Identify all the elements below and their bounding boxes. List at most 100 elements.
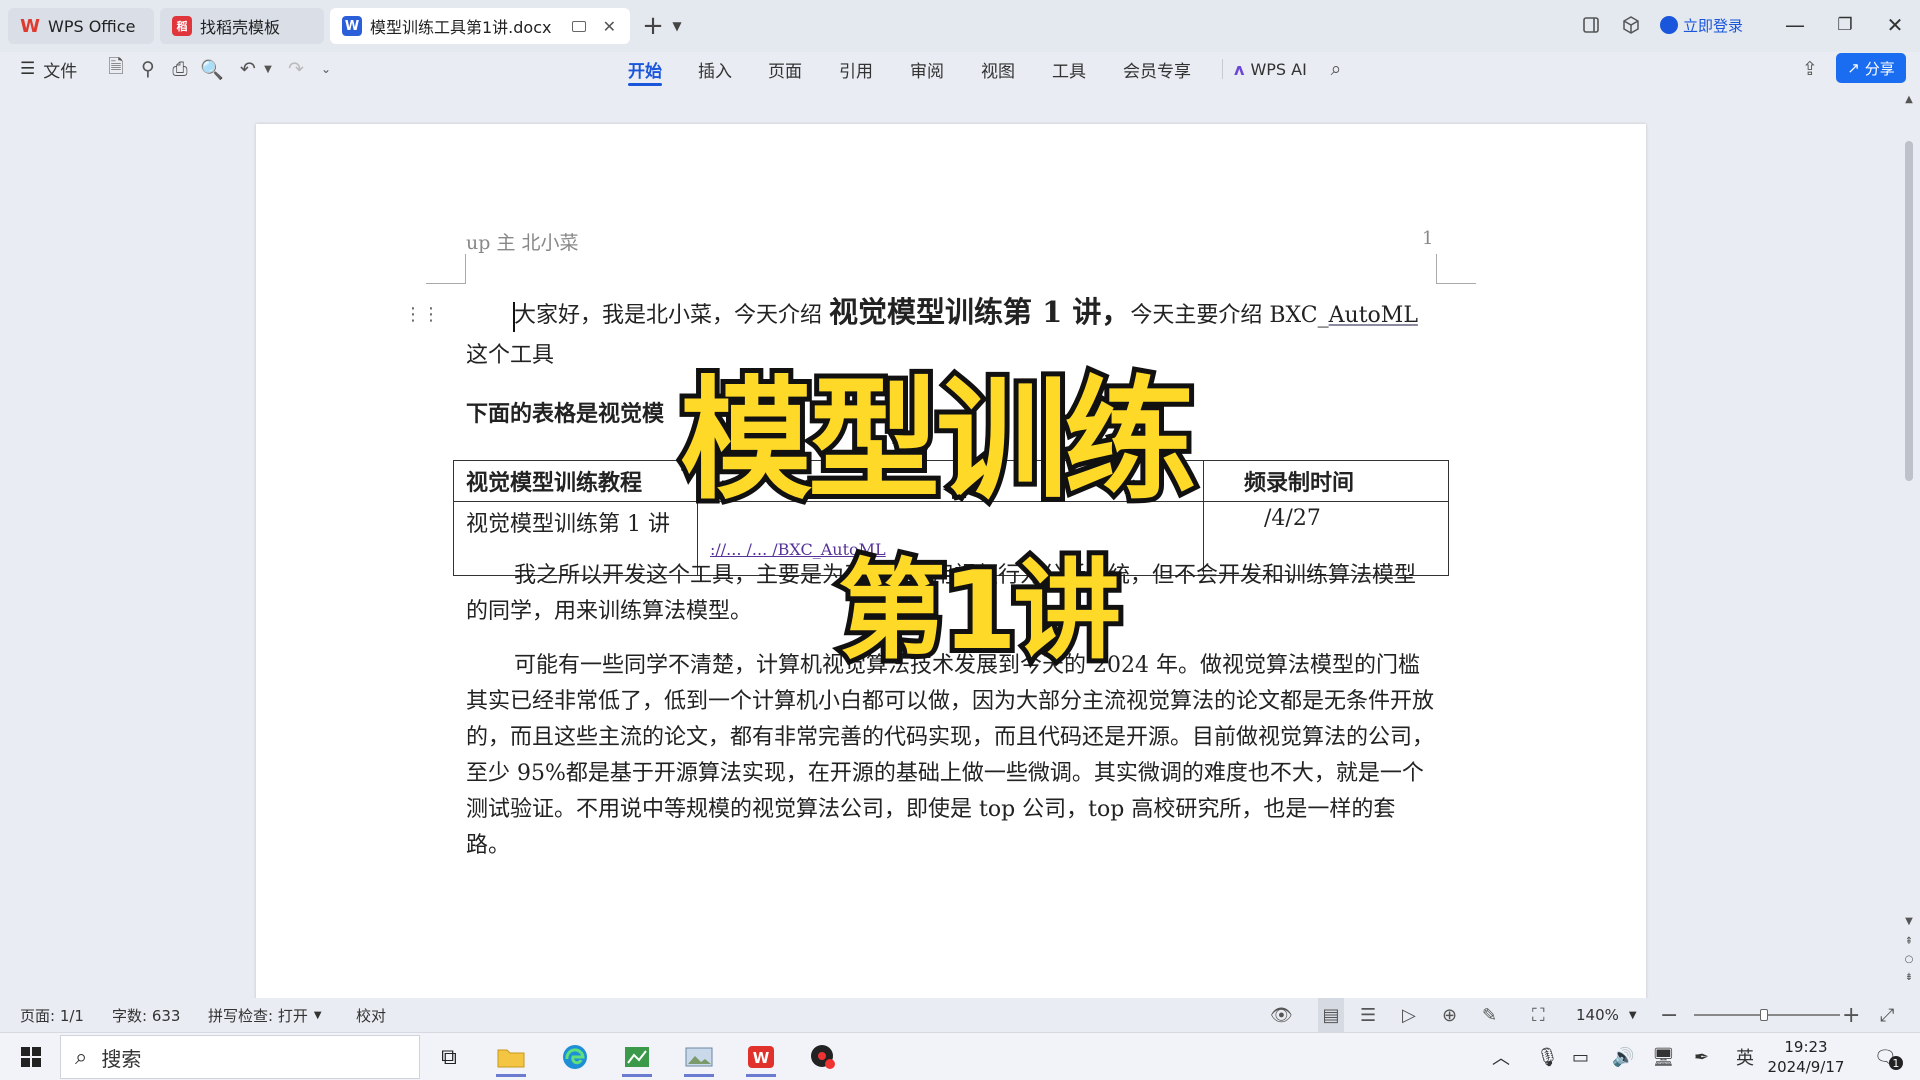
microphone-icon[interactable]: 🎙: [1536, 1033, 1559, 1080]
chart-app-icon[interactable]: [614, 1037, 660, 1077]
edge-browser-icon[interactable]: [552, 1037, 598, 1077]
taskbar-search[interactable]: ⌕ 搜索: [60, 1035, 420, 1079]
scroll-up-icon[interactable]: ▲: [1902, 94, 1916, 105]
wps-ai-label: WPS AI: [1250, 59, 1307, 79]
scroll-down-icon[interactable]: ▼: [1902, 916, 1916, 927]
image-viewer-icon[interactable]: [676, 1037, 722, 1077]
redo-icon[interactable]: ↷: [282, 52, 310, 86]
page-indicator[interactable]: 页面: 1/1: [20, 998, 84, 1032]
minimize-icon[interactable]: —: [1780, 10, 1810, 40]
tab-document[interactable]: W 模型训练工具第1讲.docx ✕: [330, 8, 630, 44]
cube-icon[interactable]: [1618, 12, 1644, 38]
volume-icon[interactable]: 🔊: [1612, 1033, 1634, 1080]
zoom-in-icon[interactable]: +: [1842, 998, 1860, 1032]
eye-protection-icon[interactable]: 👁: [1270, 998, 1293, 1032]
prev-page-icon[interactable]: ⇞: [1902, 936, 1916, 947]
notification-center-icon[interactable]: 🗨 1: [1874, 1033, 1903, 1080]
wps-ai-icon: ʌ: [1234, 59, 1245, 79]
tab-list-chevron-icon[interactable]: ▼: [668, 14, 686, 38]
recorder-app-icon[interactable]: [800, 1037, 846, 1077]
task-view-icon[interactable]: ⧉: [426, 1037, 472, 1077]
save-icon[interactable]: 🗎: [102, 52, 130, 86]
window-layout-icon[interactable]: [1578, 12, 1604, 38]
restore-icon[interactable]: ❐: [1830, 10, 1860, 40]
zoom-out-icon[interactable]: −: [1660, 998, 1678, 1032]
tab-member[interactable]: 会员专享: [1123, 52, 1191, 86]
intro-text-c: AutoML: [1328, 303, 1418, 328]
file-menu-label: 文件: [43, 61, 78, 82]
tab-label: WPS Office: [48, 16, 136, 36]
file-menu-button[interactable]: ☰ 文件: [20, 52, 77, 86]
notification-badge: 1: [1888, 1056, 1903, 1070]
cloud-upload-icon[interactable]: ⇪: [1796, 52, 1824, 86]
ribbon: ☰ 文件 🗎 ⚲ ⎙ 🔍 ↶ ▼ ↷ ⌄ 开始 插入 页面 引用 审阅 视图 工…: [0, 52, 1920, 86]
zoom-level[interactable]: 140% ▼: [1576, 998, 1637, 1032]
tab-template-store[interactable]: 稻 找稻壳模板: [160, 8, 324, 44]
network-icon[interactable]: 🖥: [1652, 1033, 1675, 1080]
read-mode-icon[interactable]: ▷: [1402, 998, 1416, 1032]
page-view-icon[interactable]: ▤: [1318, 998, 1344, 1032]
fit-page-icon[interactable]: ⛶: [1532, 998, 1545, 1032]
paragraph-background[interactable]: 可能有一些同学不清楚，计算机视觉算法技术发展到今天的 2024 年。做视觉算法模…: [466, 648, 1436, 864]
outline-view-icon[interactable]: ☰: [1360, 998, 1376, 1032]
zoom-slider-handle[interactable]: [1760, 1009, 1768, 1021]
new-tab-plus-icon[interactable]: +: [640, 11, 666, 41]
word-count[interactable]: 字数: 633: [112, 998, 180, 1032]
login-label: 立即登录: [1683, 16, 1744, 35]
status-bar: 页面: 1/1 字数: 633 拼写检查: 打开 ▼ 校对 👁 ▤ ☰ ▷ ⊕ …: [0, 998, 1920, 1032]
intro-text-b: 今天主要介绍 BXC_: [1130, 303, 1329, 328]
paragraph-intro[interactable]: 大家好，我是北小菜，今天介绍 视觉模型训练第 1 讲，今天主要介绍 BXC_Au…: [466, 292, 1436, 336]
docer-logo-icon: 稻: [172, 16, 192, 36]
tab-references[interactable]: 引用: [839, 52, 873, 86]
wps-taskbar-icon[interactable]: W: [738, 1037, 784, 1077]
wps-ai-button[interactable]: ʌ WPS AI: [1234, 52, 1307, 86]
select-browse-icon[interactable]: ○: [1902, 954, 1916, 965]
close-tab-icon[interactable]: ✕: [603, 17, 616, 36]
scrollbar-thumb[interactable]: [1905, 141, 1913, 481]
battery-icon[interactable]: ▭: [1572, 1033, 1589, 1080]
quick-access-chevron-icon[interactable]: ⌄: [312, 52, 340, 86]
share-button[interactable]: ↗ 分享: [1836, 53, 1906, 83]
tab-home[interactable]: 开始: [628, 52, 662, 86]
margin-corner-left: [426, 254, 466, 284]
taskbar-clock[interactable]: 19:23 2024/9/17: [1760, 1037, 1852, 1077]
document-page[interactable]: up 主 北小菜 1 ⋮⋮ 大家好，我是北小菜，今天介绍 视觉模型训练第 1 讲…: [256, 124, 1646, 998]
ime-indicator[interactable]: 英: [1736, 1033, 1754, 1080]
tab-view[interactable]: 视图: [981, 52, 1015, 86]
write-mode-icon[interactable]: ✎: [1482, 998, 1497, 1032]
login-button[interactable]: 立即登录: [1660, 12, 1746, 38]
spell-check-label: 拼写检查: 打开: [208, 1006, 308, 1025]
fullscreen-icon[interactable]: ⤢: [1880, 998, 1894, 1032]
web-view-icon[interactable]: ⊕: [1442, 998, 1457, 1032]
tab-wps-office[interactable]: W WPS Office: [8, 8, 154, 44]
next-page-icon[interactable]: ⇟: [1902, 972, 1916, 983]
pen-icon[interactable]: ✒: [1694, 1033, 1709, 1080]
proofread-button[interactable]: 校对: [356, 998, 386, 1032]
share-label: 分享: [1864, 59, 1895, 78]
drag-handle-icon[interactable]: ⋮⋮: [404, 304, 440, 325]
undo-dropdown-icon[interactable]: ▼: [254, 52, 282, 86]
tab-monitor-icon[interactable]: [572, 20, 586, 32]
overlay-subtitle: 第1讲: [833, 544, 1126, 679]
word-doc-icon: W: [342, 16, 362, 36]
file-explorer-icon[interactable]: [488, 1037, 534, 1077]
zoom-value: 140%: [1576, 1006, 1619, 1024]
tab-insert[interactable]: 插入: [698, 52, 732, 86]
windows-start-icon[interactable]: [8, 1037, 54, 1077]
vertical-scrollbar[interactable]: ▲ ▼ ⇞ ○ ⇟: [1898, 86, 1920, 998]
table-header-cell[interactable]: 频录制时间: [1203, 460, 1449, 502]
tab-label: 找稻壳模板: [200, 18, 281, 37]
search-icon[interactable]: ⌕: [1322, 52, 1350, 86]
table-header-cell[interactable]: 视觉模型训练教程: [453, 460, 698, 502]
format-painter-icon[interactable]: ⚲: [134, 52, 162, 86]
print-preview-icon[interactable]: 🔍: [198, 52, 226, 86]
tab-review[interactable]: 审阅: [910, 52, 944, 86]
tab-page[interactable]: 页面: [768, 52, 802, 86]
spell-check-toggle[interactable]: 拼写检查: 打开 ▼: [208, 998, 322, 1032]
tab-tools[interactable]: 工具: [1052, 52, 1086, 86]
close-window-icon[interactable]: ✕: [1880, 10, 1910, 40]
tray-overflow-icon[interactable]: ︿: [1492, 1033, 1510, 1080]
windows-taskbar: ⌕ 搜索 ⧉ W ︿ 🎙 ▭ 🔊 🖥 ✒ 英 19:23 2024/9/17 🗨…: [0, 1032, 1920, 1080]
svg-text:W: W: [753, 1049, 770, 1067]
print-icon[interactable]: ⎙: [166, 52, 194, 86]
